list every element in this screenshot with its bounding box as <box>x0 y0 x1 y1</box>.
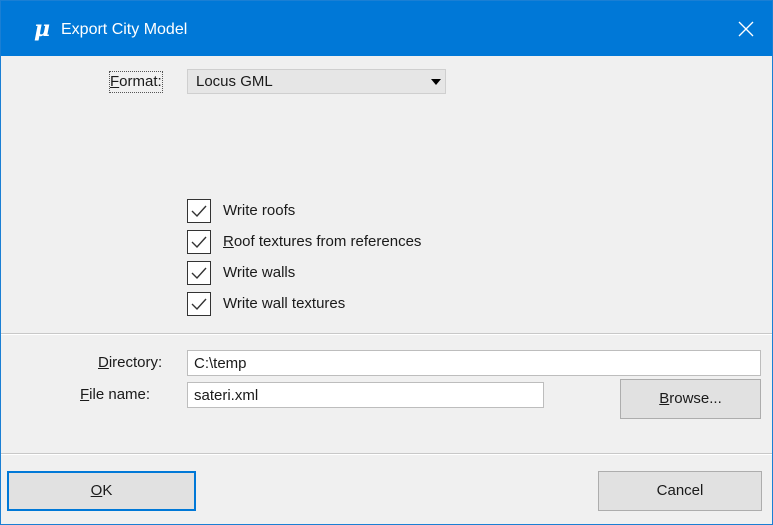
checkbox-label: Write walls <box>223 264 296 281</box>
format-dropdown[interactable]: Locus GML <box>187 69 446 94</box>
checkbox-box[interactable] <box>187 261 211 285</box>
checkbox-box[interactable] <box>187 230 211 254</box>
checkmark-icon <box>191 205 207 218</box>
file-name-label: File name: <box>80 386 151 403</box>
ok-button[interactable]: OK <box>7 471 196 511</box>
checkbox-box[interactable] <box>187 199 211 223</box>
dropdown-arrow-icon <box>431 79 441 85</box>
microstation-app-icon: μ <box>34 16 51 42</box>
close-button[interactable] <box>728 11 764 47</box>
checkmark-icon <box>191 236 207 249</box>
format-label: Format: <box>109 71 163 93</box>
file-name-input[interactable] <box>187 382 544 408</box>
checkbox-label: Write wall textures <box>223 295 346 312</box>
title-bar[interactable]: μ Export City Model <box>1 1 772 56</box>
checkmark-icon <box>191 298 207 311</box>
directory-input[interactable] <box>187 350 761 376</box>
close-icon <box>738 21 754 37</box>
dialog-title: Export City Model <box>61 21 188 38</box>
export-city-model-dialog: μ Export City Model Format: Locus GML Wr… <box>0 0 773 525</box>
browse-button[interactable]: Browse... <box>620 379 761 419</box>
checkmark-icon <box>191 267 207 280</box>
checkbox-label: Write roofs <box>223 202 296 219</box>
separator <box>1 454 772 455</box>
cancel-button[interactable]: Cancel <box>598 471 762 511</box>
directory-label: Directory: <box>98 354 163 371</box>
checkbox-box[interactable] <box>187 292 211 316</box>
separator <box>1 334 772 335</box>
checkbox-label: Roof textures from references <box>223 233 422 250</box>
format-selected-value: Locus GML <box>196 73 273 90</box>
